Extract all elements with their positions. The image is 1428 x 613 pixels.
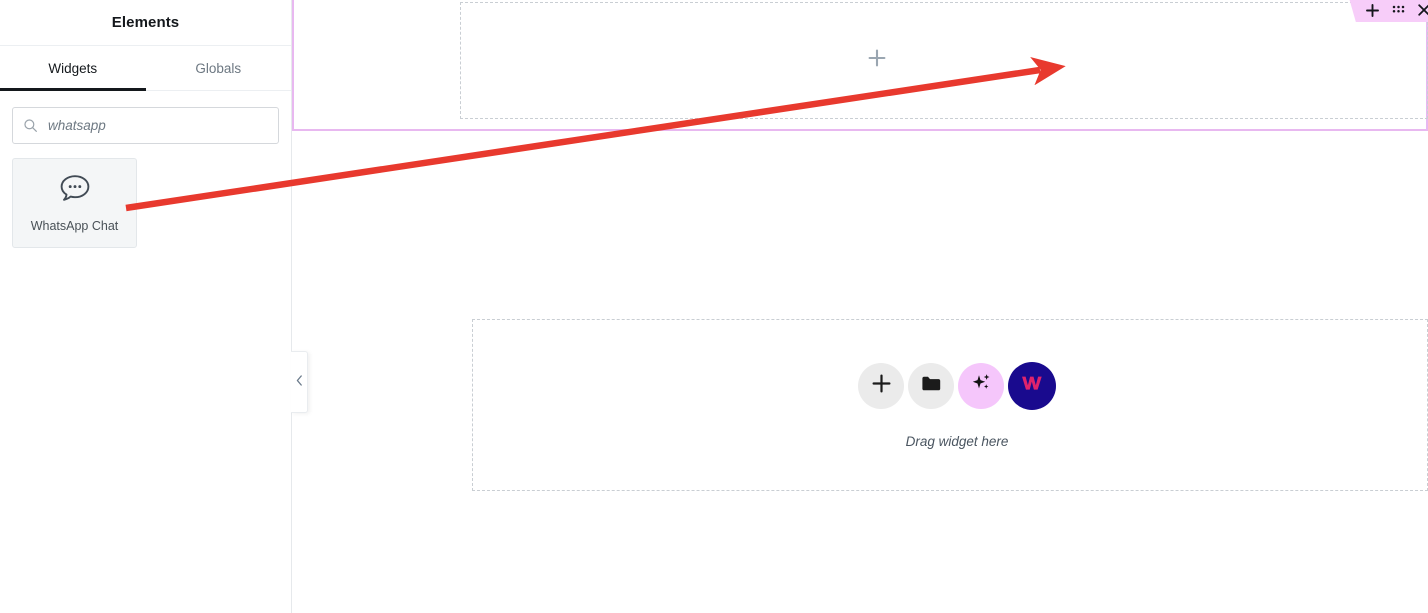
elementor-logo-button[interactable] xyxy=(1008,361,1056,410)
widget-card-label: WhatsApp Chat xyxy=(30,218,119,233)
dropzone-hint-text: Drag widget here xyxy=(905,433,1009,449)
ai-builder-button[interactable] xyxy=(958,362,1004,409)
widget-grid: WhatsApp Chat xyxy=(12,158,279,248)
search-icon xyxy=(23,118,38,133)
editor-canvas: Drag widget here xyxy=(292,0,1428,613)
drag-handle-icon[interactable] xyxy=(1391,3,1405,17)
add-new-element-button[interactable] xyxy=(858,362,904,409)
tab-globals[interactable]: Globals xyxy=(146,46,292,90)
elementor-w-icon xyxy=(1020,373,1044,398)
top-dropzone[interactable] xyxy=(460,2,1428,119)
app-root: Elements Widgets Globals whatsapp WhatsA… xyxy=(0,0,1428,613)
page-title: Elements xyxy=(111,14,180,31)
add-element-button[interactable] xyxy=(1365,3,1379,17)
panel-header: Elements xyxy=(0,0,291,46)
panel-tabs: Widgets Globals xyxy=(0,46,291,91)
plus-icon xyxy=(872,374,891,398)
collapse-panel-handle[interactable] xyxy=(291,351,308,413)
chevron-left-icon xyxy=(296,373,303,391)
tab-widgets-label: Widgets xyxy=(48,60,98,76)
open-template-library-button[interactable] xyxy=(908,362,954,409)
search-input[interactable] xyxy=(48,118,268,133)
tab-globals-label: Globals xyxy=(195,60,242,76)
folder-icon xyxy=(921,375,941,397)
search-box[interactable] xyxy=(12,107,279,144)
widget-card-whatsapp-chat[interactable]: WhatsApp Chat xyxy=(12,158,137,248)
close-icon[interactable] xyxy=(1417,3,1428,17)
plus-icon[interactable] xyxy=(867,48,887,73)
dropzone-action-buttons xyxy=(858,361,1056,410)
element-toolbar xyxy=(1349,0,1428,22)
sparkles-icon xyxy=(970,372,992,399)
bottom-dropzone[interactable]: Drag widget here xyxy=(472,319,1428,491)
chat-bubble-icon xyxy=(59,174,91,207)
tab-widgets[interactable]: Widgets xyxy=(0,46,146,91)
elements-panel: Elements Widgets Globals whatsapp WhatsA… xyxy=(0,0,292,613)
